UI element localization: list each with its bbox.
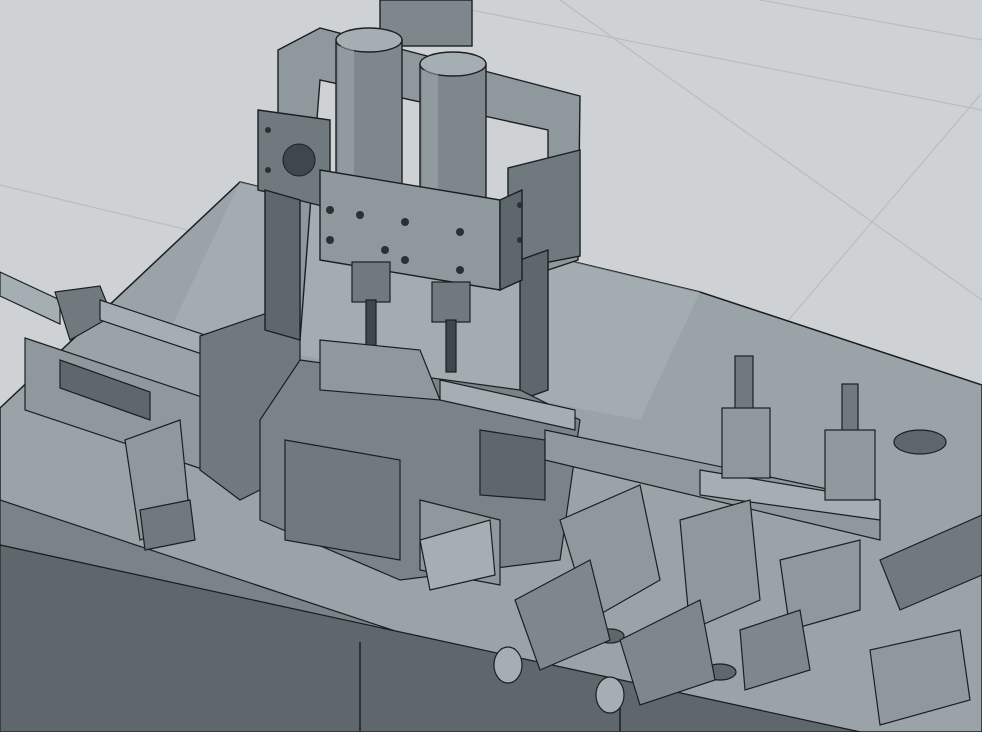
cad-model-viewport xyxy=(0,0,982,732)
motor-left xyxy=(335,27,403,191)
cad-assembly-scene xyxy=(0,0,982,732)
